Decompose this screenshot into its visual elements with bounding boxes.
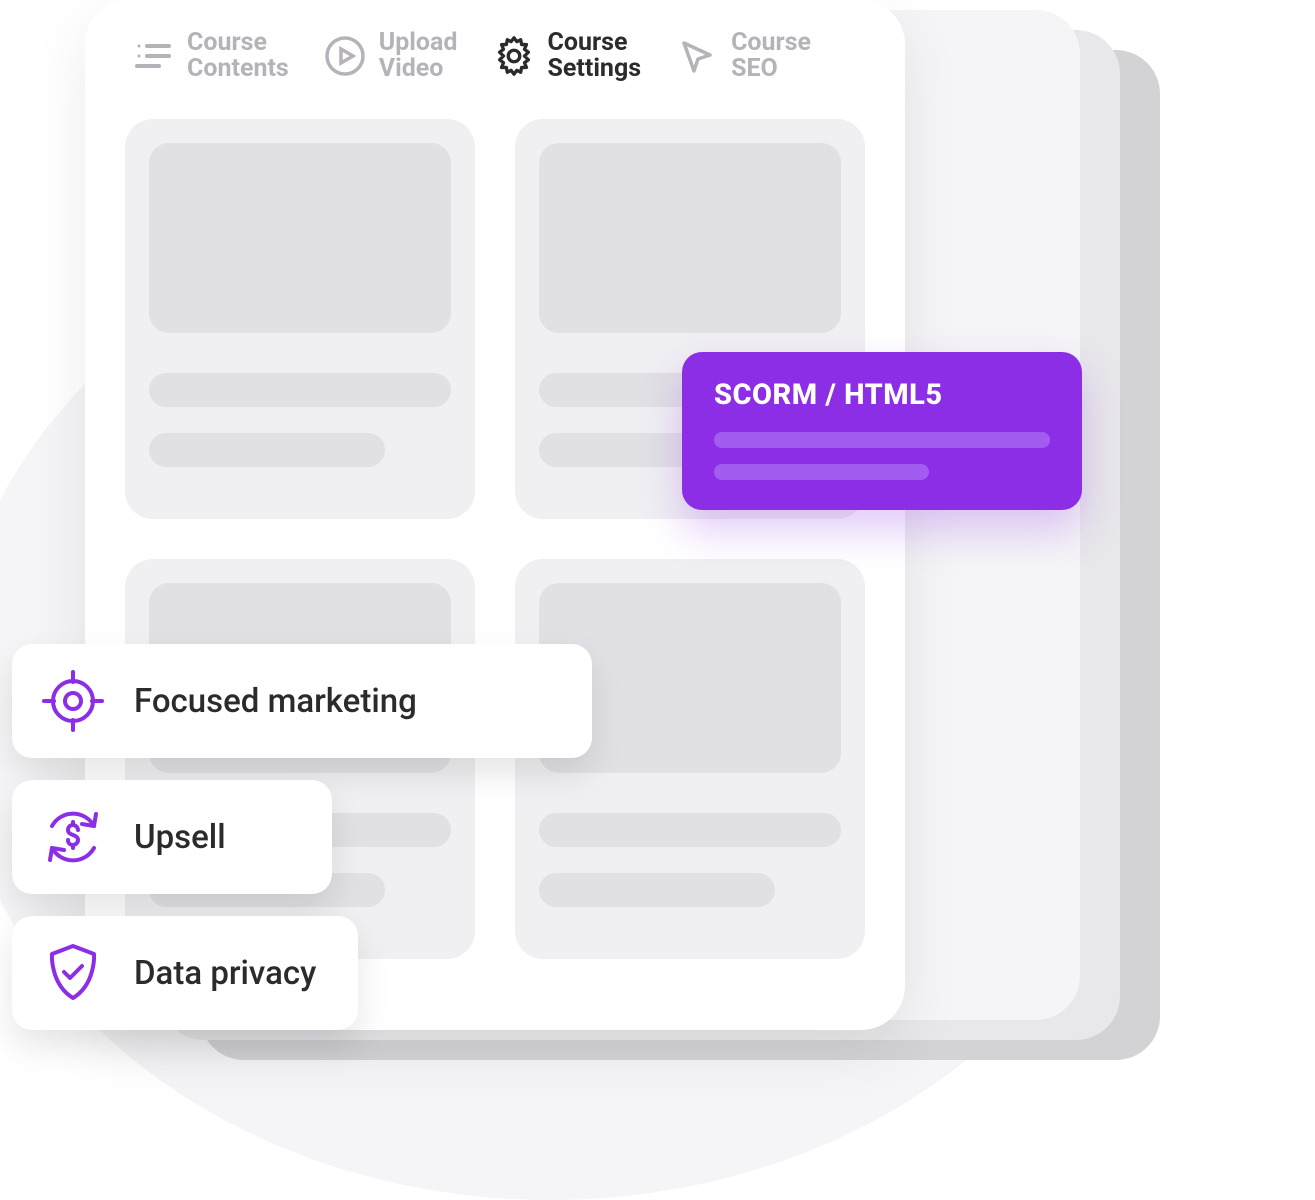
feature-chips: Focused marketing Upsell Data privacy — [12, 644, 592, 1030]
card-line-placeholder — [149, 433, 385, 467]
tab-upload-video[interactable]: Upload Video — [323, 30, 458, 83]
refresh-dollar-icon — [38, 802, 108, 872]
scorm-html5-title: SCORM / HTML5 — [714, 378, 1050, 412]
play-circle-icon — [323, 34, 367, 78]
badge-line-placeholder — [714, 464, 929, 480]
content-card — [125, 119, 475, 519]
badge-line-placeholder — [714, 432, 1050, 448]
chip-focused-marketing-label: Focused marketing — [134, 682, 417, 721]
gear-icon — [492, 34, 536, 78]
tab-course-seo-label: Course SEO — [731, 30, 811, 83]
tab-course-settings[interactable]: Course Settings — [492, 30, 642, 83]
tab-course-seo[interactable]: Course SEO — [675, 30, 811, 83]
chip-focused-marketing[interactable]: Focused marketing — [12, 644, 592, 758]
chip-data-privacy-label: Data privacy — [134, 954, 316, 993]
tabs-row: Course Contents Upload Video Course Sett… — [125, 30, 865, 83]
scorm-html5-badge: SCORM / HTML5 — [682, 352, 1082, 510]
chip-upsell-label: Upsell — [134, 818, 226, 857]
tab-course-contents-label: Course Contents — [187, 30, 289, 83]
chip-data-privacy[interactable]: Data privacy — [12, 916, 358, 1030]
tab-course-settings-label: Course Settings — [548, 30, 642, 83]
shield-check-icon — [38, 938, 108, 1008]
cursor-icon — [675, 34, 719, 78]
list-icon — [131, 34, 175, 78]
card-thumbnail-placeholder — [149, 143, 451, 333]
chip-upsell[interactable]: Upsell — [12, 780, 332, 894]
tab-course-contents[interactable]: Course Contents — [131, 30, 289, 83]
card-thumbnail-placeholder — [539, 143, 841, 333]
card-line-placeholder — [149, 373, 451, 407]
tab-upload-video-label: Upload Video — [379, 30, 458, 83]
target-icon — [38, 666, 108, 736]
